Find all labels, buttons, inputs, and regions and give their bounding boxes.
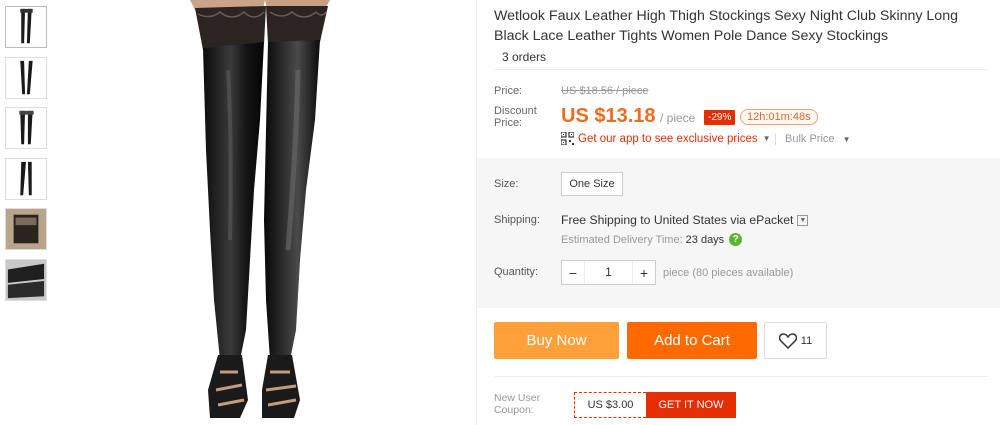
decrease-quantity-button[interactable]: − — [562, 265, 584, 281]
chevron-down-icon: ▼ — [762, 134, 771, 143]
shipping-dropdown-icon[interactable]: ▼ — [797, 214, 809, 226]
add-to-cart-button[interactable]: Add to Cart — [627, 322, 757, 359]
orders-text: 3 orders — [502, 50, 547, 64]
bulk-divider — [775, 133, 776, 145]
app-promo-text: Get our app to see exclusive prices — [578, 132, 758, 145]
price-unit: / piece — [660, 111, 696, 125]
coupon-label-line2: Coupon: — [494, 404, 534, 416]
section-divider — [494, 376, 988, 377]
wishlist-count: 11 — [800, 334, 813, 347]
get-coupon-button[interactable]: GET IT NOW — [646, 392, 736, 418]
delivery-info: Estimated Delivery Time: 23 days ? — [561, 233, 743, 246]
buy-now-button[interactable]: Buy Now — [494, 322, 619, 359]
thumbnail-6[interactable] — [5, 258, 47, 301]
original-price: US $18.56 / piece — [561, 85, 649, 97]
delivery-label: Estimated Delivery Time: — [561, 233, 683, 246]
size-label: Size: — [494, 178, 519, 190]
bulk-price-text: Bulk Price — [785, 133, 835, 145]
countdown-timer: 12h:01m:48s — [740, 109, 818, 125]
coupon-amount: US $3.00 — [574, 392, 646, 418]
shipping-info: Free Shipping to United States via ePack… — [561, 213, 809, 227]
free-shipping-text: Free Shipping to — [561, 213, 651, 227]
qr-code-icon — [561, 132, 574, 145]
price-label: Price: — [494, 85, 523, 97]
increase-quantity-button[interactable]: + — [633, 265, 655, 281]
discount-price-label-line2: Price: — [494, 117, 523, 129]
discount-price-label-line1: Discount — [494, 105, 537, 117]
heart-icon — [778, 332, 797, 349]
chevron-down-icon: ▼ — [842, 135, 851, 144]
thumbnail-5[interactable] — [5, 208, 47, 250]
availability-text: piece (80 pieces available) — [663, 267, 794, 279]
product-title: Wetlook Faux Leather High Thigh Stocking… — [494, 8, 958, 44]
quantity-label: Quantity: — [494, 266, 539, 278]
thumbnail-gallery — [5, 6, 47, 309]
discount-badge: -29% — [704, 110, 736, 125]
shipping-label: Shipping: — [494, 214, 540, 226]
app-promo-link[interactable]: Get our app to see exclusive prices ▼ — [561, 132, 771, 145]
thumbnail-4[interactable] — [5, 157, 47, 200]
coupon-label-line1: New User — [494, 392, 541, 404]
thumbnail-3[interactable] — [5, 107, 47, 149]
size-option-one-size[interactable]: One Size — [561, 172, 623, 196]
bulk-price-link[interactable]: Bulk Price ▼ — [785, 133, 851, 145]
wishlist-button[interactable]: 11 — [764, 322, 827, 359]
quantity-stepper: − 1 + — [561, 260, 656, 285]
discount-price: US $13.18 — [561, 105, 656, 127]
orders-count: 3 orders — [494, 48, 988, 70]
quantity-input[interactable]: 1 — [584, 261, 633, 284]
shipping-destination[interactable]: United States via ePacket — [654, 213, 794, 227]
help-icon[interactable]: ? — [729, 233, 743, 246]
delivery-days: 23 days — [685, 233, 725, 246]
main-product-image — [170, 0, 340, 425]
thumbnail-1[interactable] — [5, 6, 47, 48]
thumbnail-2[interactable] — [5, 56, 47, 99]
coupon-label: New User Coupon: — [494, 392, 540, 416]
new-user-coupon: US $3.00 GET IT NOW — [574, 392, 736, 418]
